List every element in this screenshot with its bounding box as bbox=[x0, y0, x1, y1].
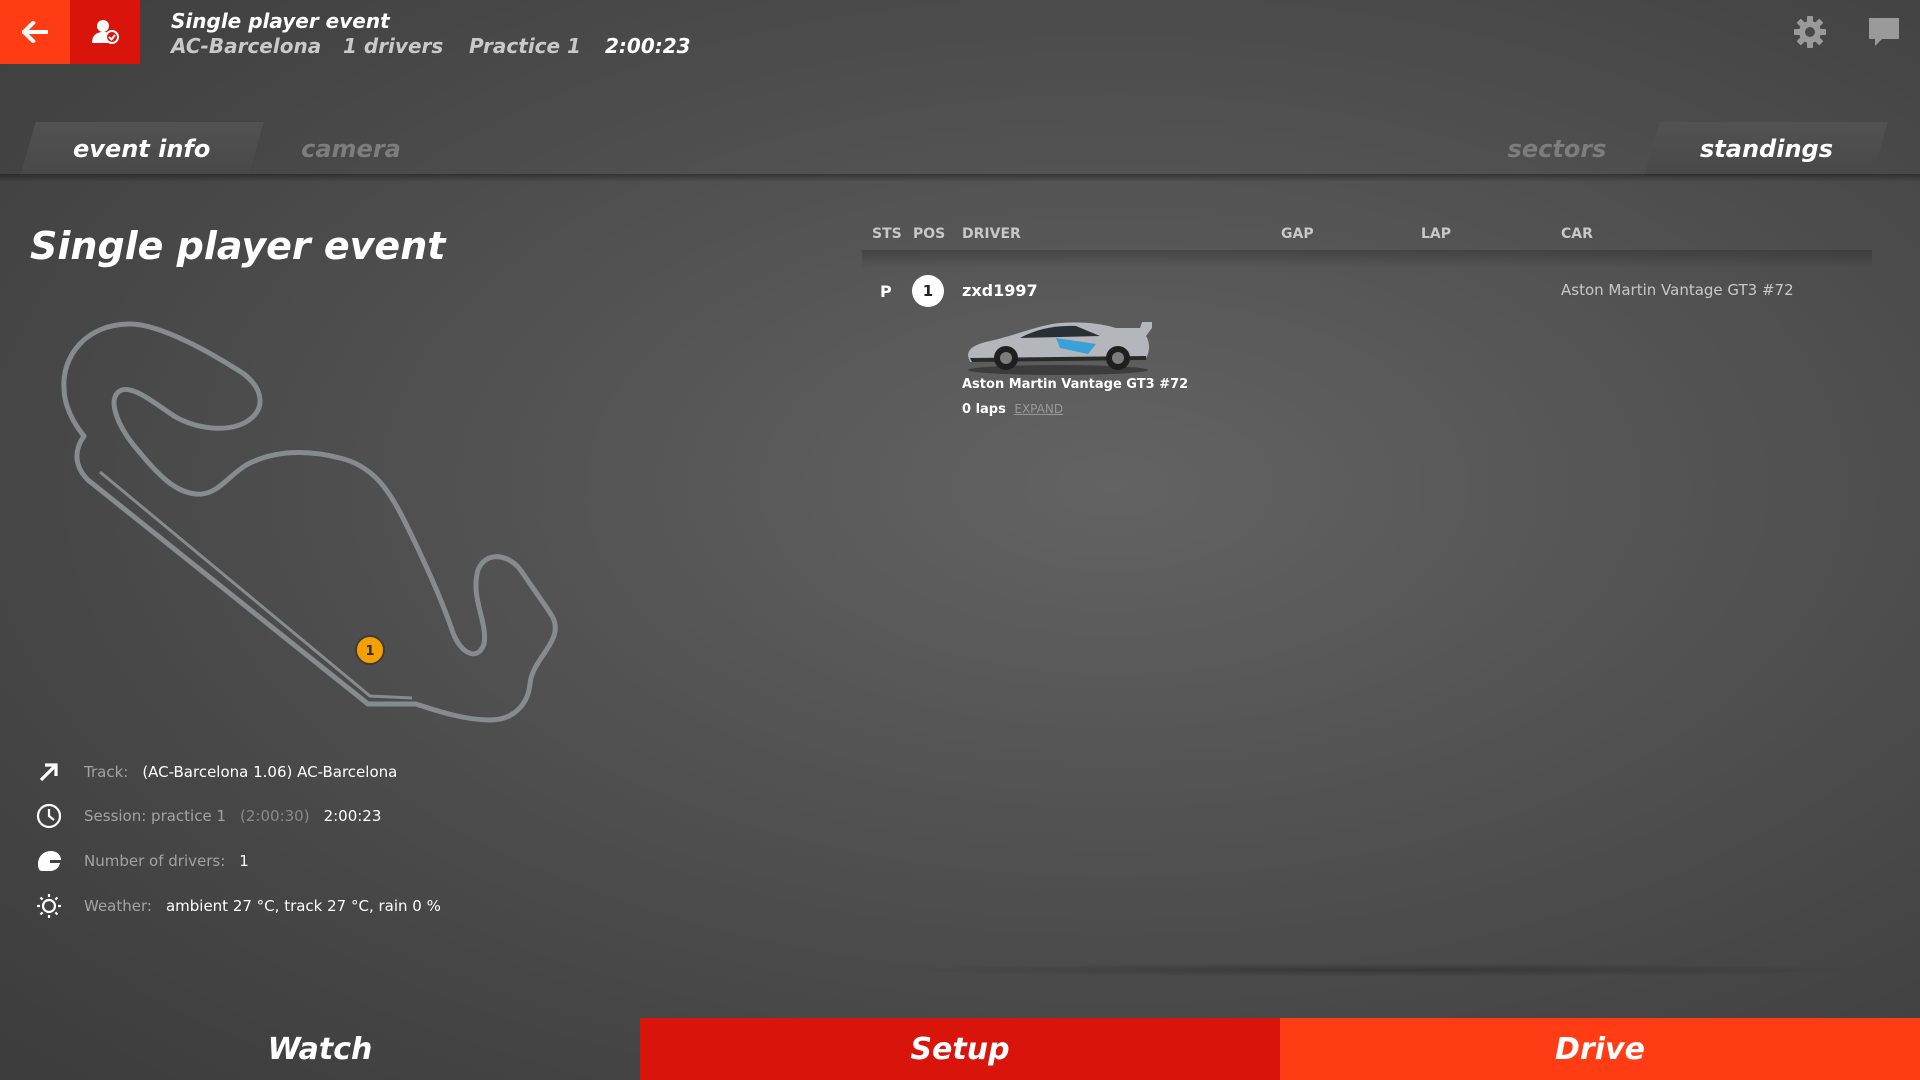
info-row-weather: Weather: ambient 27 °C, track 27 °C, rai… bbox=[34, 891, 441, 921]
arrow-left-icon bbox=[22, 21, 48, 43]
tab-event-info[interactable]: event info bbox=[20, 122, 264, 176]
gear-icon bbox=[1794, 16, 1826, 48]
helmet-icon bbox=[34, 846, 64, 876]
driver-name[interactable]: zxd1997 bbox=[962, 281, 1038, 300]
bottom-action-bar: Watch Setup Drive bbox=[0, 1018, 1920, 1080]
watch-button[interactable]: Watch bbox=[0, 1018, 640, 1080]
sun-icon bbox=[34, 891, 64, 921]
setup-button[interactable]: Setup bbox=[640, 1018, 1280, 1080]
chat-button[interactable] bbox=[1866, 14, 1902, 50]
info-row-session: Session: practice 1 (2:00:30) 2:00:23 bbox=[34, 801, 381, 831]
session-value: 2:00:23 bbox=[323, 807, 382, 825]
chat-icon bbox=[1869, 18, 1899, 46]
page-title: Single player event bbox=[30, 224, 446, 268]
header-divider bbox=[862, 250, 1872, 268]
track-label: Track: bbox=[84, 763, 129, 781]
col-header-lap: LAP bbox=[1421, 226, 1452, 242]
track-outline bbox=[61, 321, 558, 723]
tab-sectors[interactable]: sectors bbox=[1462, 122, 1652, 176]
lap-count: 0 laps EXPAND bbox=[962, 402, 1063, 417]
back-button[interactable] bbox=[0, 0, 70, 64]
car-marker-label: 1 bbox=[365, 644, 374, 659]
col-header-car: CAR bbox=[1561, 226, 1593, 242]
event-session: Practice 1 bbox=[469, 34, 581, 58]
tab-standings[interactable]: standings bbox=[1644, 122, 1888, 176]
car-name: Aston Martin Vantage GT3 #72 bbox=[1561, 281, 1794, 299]
driver-profile-button[interactable] bbox=[70, 0, 140, 64]
drivers-value: 1 bbox=[239, 852, 249, 870]
col-header-driver: DRIVER bbox=[962, 226, 1021, 242]
row-status: P bbox=[880, 282, 892, 301]
track-value: (AC-Barcelona 1.06) AC-Barcelona bbox=[142, 763, 398, 781]
panel-shadow bbox=[880, 963, 1880, 977]
tab-bar-shadow bbox=[0, 174, 1920, 182]
info-row-track: Track: (AC-Barcelona 1.06) AC-Barcelona bbox=[34, 757, 397, 787]
drivers-label: Number of drivers: bbox=[84, 852, 226, 870]
col-header-gap: GAP bbox=[1281, 226, 1314, 242]
settings-button[interactable] bbox=[1792, 14, 1828, 50]
col-header-pos: POS bbox=[913, 226, 946, 242]
col-header-sts: STS bbox=[872, 226, 902, 242]
position-badge: 1 bbox=[912, 275, 944, 307]
arrow-up-right-icon bbox=[34, 757, 64, 787]
car-image bbox=[968, 322, 1152, 375]
top-bar: Single player event AC-Barcelona 1 drive… bbox=[0, 0, 1920, 64]
weather-value: ambient 27 °C, track 27 °C, rain 0 % bbox=[165, 897, 441, 915]
event-drivers: 1 drivers bbox=[343, 34, 444, 58]
clock-icon bbox=[34, 801, 64, 831]
car-detail-name: Aston Martin Vantage GT3 #72 bbox=[962, 377, 1189, 392]
tab-camera[interactable]: camera bbox=[256, 122, 446, 176]
tab-bar: event info camera sectors standings bbox=[0, 122, 1920, 176]
session-label: Session: practice 1 bbox=[84, 807, 227, 825]
lap-count-value: 0 laps bbox=[962, 402, 1006, 417]
session-duration: (2:00:30) bbox=[240, 807, 310, 825]
info-row-drivers: Number of drivers: 1 bbox=[34, 846, 249, 876]
driver-profile-icon bbox=[92, 20, 119, 44]
weather-label: Weather: bbox=[84, 897, 152, 915]
expand-link[interactable]: EXPAND bbox=[1014, 402, 1063, 416]
event-time: 2:00:23 bbox=[605, 34, 691, 58]
event-title: Single player event bbox=[171, 9, 390, 33]
drive-button[interactable]: Drive bbox=[1280, 1018, 1920, 1080]
event-track: AC-Barcelona bbox=[171, 34, 322, 58]
track-map: 1 bbox=[61, 321, 558, 723]
